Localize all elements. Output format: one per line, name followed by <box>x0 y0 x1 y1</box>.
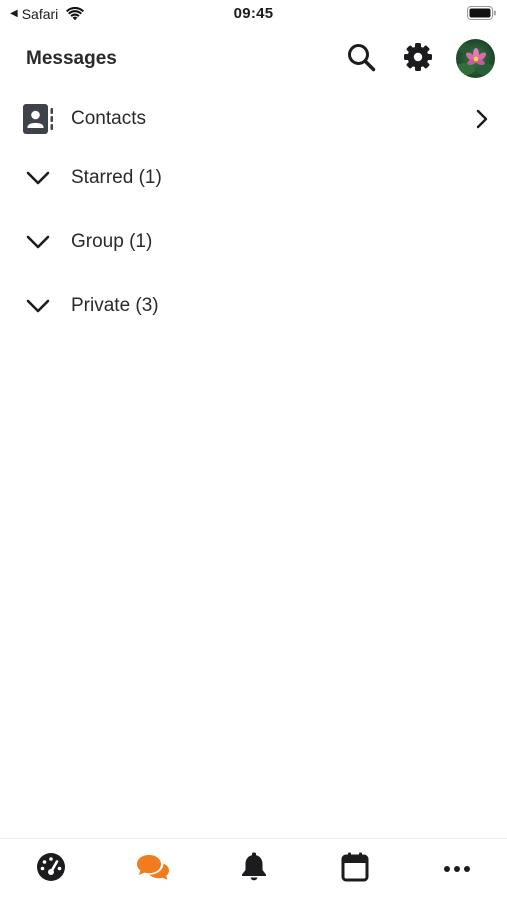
bell-icon <box>240 852 268 887</box>
group-row-label: Group (1) <box>71 231 153 252</box>
search-icon <box>346 42 376 77</box>
contacts-book-icon <box>22 103 54 135</box>
contacts-label: Contacts <box>71 108 146 129</box>
group-row-group[interactable]: Group (1) <box>0 210 507 274</box>
search-button[interactable] <box>342 40 380 78</box>
tab-more[interactable] <box>437 849 477 889</box>
tab-dashboard[interactable] <box>31 849 71 889</box>
chevron-down-icon <box>22 226 54 258</box>
status-time: 09:45 <box>233 5 274 22</box>
group-row-label: Starred (1) <box>71 167 162 188</box>
chevron-down-icon <box>22 290 54 322</box>
header: Messages <box>0 36 507 82</box>
tab-bar <box>0 838 507 900</box>
gear-icon <box>403 42 433 77</box>
dashboard-gauge-icon <box>36 852 66 887</box>
chat-bubbles-icon <box>136 853 170 886</box>
chevron-down-icon <box>22 162 54 194</box>
chevron-right-icon <box>475 109 489 129</box>
calendar-icon <box>341 852 369 887</box>
tab-messages[interactable] <box>133 849 173 889</box>
group-row-starred[interactable]: Starred (1) <box>0 146 507 210</box>
more-dots-icon <box>443 860 471 878</box>
status-bar: ◀ Safari 09:45 <box>0 0 507 28</box>
contacts-row[interactable]: Contacts <box>0 92 507 146</box>
tab-calendar[interactable] <box>335 849 375 889</box>
messages-screen: ◀ Safari 09:45 Messages Contacts Starred… <box>0 0 507 900</box>
group-row-label: Private (3) <box>71 295 159 316</box>
conversation-list: Contacts Starred (1) Group (1) Private (… <box>0 92 507 338</box>
battery-icon <box>467 6 497 20</box>
group-row-private[interactable]: Private (3) <box>0 274 507 338</box>
settings-button[interactable] <box>399 40 437 78</box>
avatar[interactable] <box>456 39 495 78</box>
tab-notifications[interactable] <box>234 849 274 889</box>
page-title: Messages <box>26 48 117 69</box>
